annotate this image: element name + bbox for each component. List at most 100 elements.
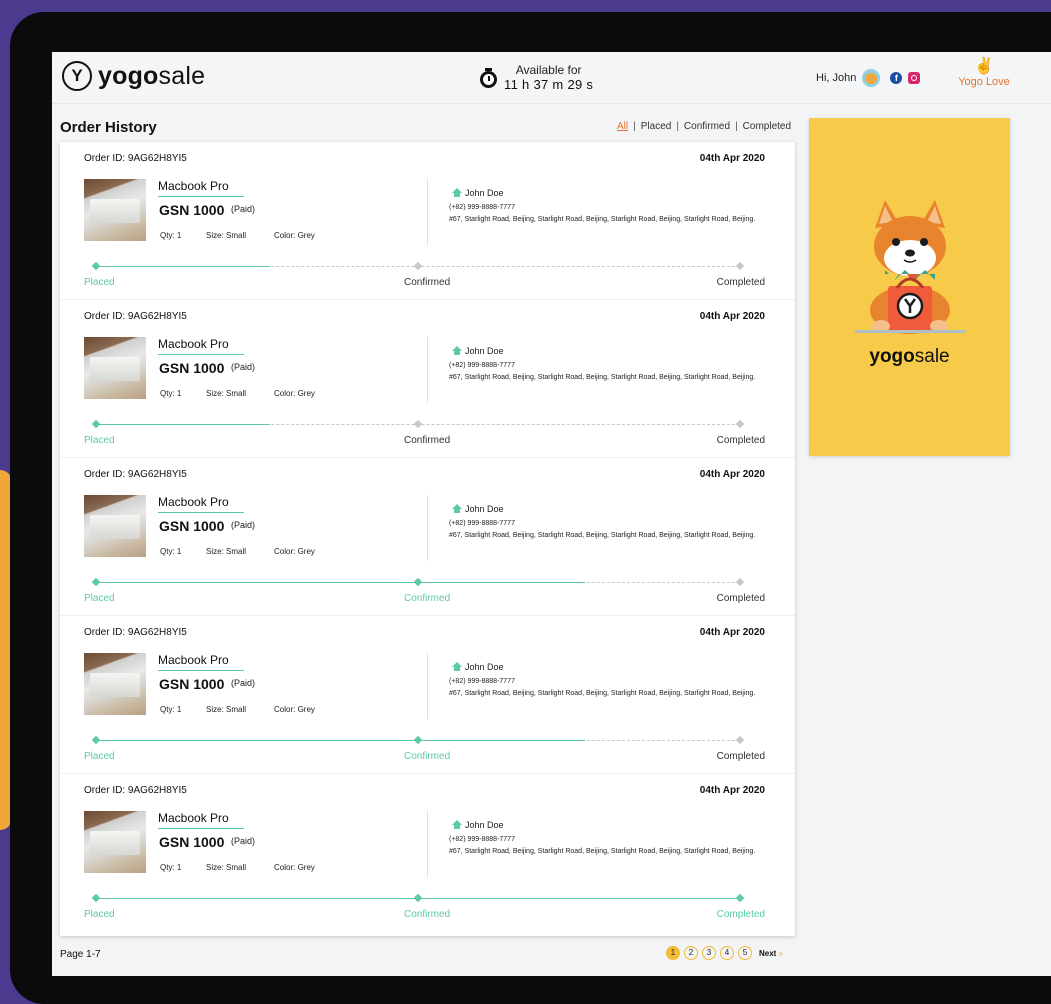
home-icon bbox=[452, 346, 462, 355]
customer-phone: (+82) 999-8888-7777 bbox=[449, 836, 515, 843]
order-color: Color: Grey bbox=[274, 547, 315, 556]
order-date: 04th Apr 2020 bbox=[699, 627, 765, 638]
track-progress bbox=[96, 582, 586, 583]
promo-logo-bold: yogo bbox=[869, 346, 915, 367]
product-name[interactable]: Macbook Pro bbox=[158, 653, 244, 671]
track-progress bbox=[96, 740, 586, 741]
page-button-5[interactable]: 5 bbox=[738, 946, 752, 960]
order-color: Color: Grey bbox=[274, 389, 315, 398]
page-button-4[interactable]: 4 bbox=[720, 946, 734, 960]
status-label-completed: Completed bbox=[716, 435, 765, 446]
status-label-placed: Placed bbox=[84, 593, 115, 604]
status-label-completed: Completed bbox=[716, 909, 765, 920]
brand-logo[interactable]: Y yogosale bbox=[62, 61, 205, 91]
order-color: Color: Grey bbox=[274, 705, 315, 714]
payment-status: (Paid) bbox=[231, 520, 256, 530]
status-tracker bbox=[91, 419, 745, 429]
timer-text: Available for 11 h 37 m 29 s bbox=[504, 63, 593, 92]
order-card[interactable]: Order ID: 9AG62H8YI5 04th Apr 2020 Macbook… bbox=[60, 458, 795, 616]
order-size: Size: Small bbox=[206, 547, 247, 556]
status-label-placed: Placed bbox=[84, 751, 115, 762]
order-card[interactable]: Order ID: 9AG62H8YI5 04th Apr 2020 Macbook… bbox=[60, 300, 795, 458]
filter-all[interactable]: All bbox=[617, 121, 628, 132]
product-image[interactable] bbox=[84, 337, 146, 399]
avatar[interactable] bbox=[862, 69, 881, 87]
order-card[interactable]: Order ID: 9AG62H8YI5 04th Apr 2020 Macbook… bbox=[60, 616, 795, 774]
page-button-3[interactable]: 3 bbox=[702, 946, 716, 960]
customer-name: John Doe bbox=[465, 820, 504, 830]
timer-label: Available for bbox=[515, 63, 582, 77]
instagram-icon[interactable] bbox=[908, 72, 921, 84]
product-image[interactable] bbox=[84, 811, 146, 873]
order-card[interactable]: Order ID: 9AG62H8YI5 04th Apr 2020 Macbook… bbox=[60, 774, 795, 932]
customer-phone: (+82) 999-8888-7777 bbox=[449, 678, 515, 685]
order-qty: Qty: 1 bbox=[160, 705, 182, 714]
product-name[interactable]: Macbook Pro bbox=[158, 179, 244, 197]
logo-wordmark: yogosale bbox=[98, 62, 205, 91]
status-label-placed: Placed bbox=[84, 435, 115, 446]
product-name[interactable]: Macbook Pro bbox=[158, 337, 244, 355]
filter-placed[interactable]: Placed bbox=[641, 121, 672, 132]
status-step-marker bbox=[735, 577, 745, 587]
facebook-icon[interactable]: f bbox=[890, 72, 903, 84]
product-image[interactable] bbox=[84, 179, 146, 241]
order-qty: Qty: 1 bbox=[160, 231, 182, 240]
order-filters: All | Placed | Confirmed | Completed bbox=[617, 121, 791, 132]
order-size: Size: Small bbox=[206, 389, 247, 398]
promo-banner[interactable]: yogosale bbox=[809, 118, 1010, 456]
sale-timer: Available for 11 h 37 m 29 s bbox=[480, 63, 593, 92]
filter-separator: | bbox=[676, 121, 679, 132]
page-button-2[interactable]: 2 bbox=[684, 946, 698, 960]
logo-mark: Y bbox=[62, 61, 92, 91]
order-date: 04th Apr 2020 bbox=[699, 785, 765, 796]
yogo-love-link[interactable]: ✌ Yogo Love bbox=[958, 58, 1010, 88]
status-label-completed: Completed bbox=[716, 593, 765, 604]
order-qty: Qty: 1 bbox=[160, 863, 182, 872]
page-range-label: Page 1-7 bbox=[60, 949, 101, 960]
column-divider bbox=[427, 811, 428, 877]
status-step-marker bbox=[91, 261, 101, 271]
status-step-marker bbox=[735, 735, 745, 745]
column-divider bbox=[427, 653, 428, 719]
order-size: Size: Small bbox=[206, 863, 247, 872]
top-header: Y yogosale Available for 11 h 37 m 29 s … bbox=[52, 52, 1051, 104]
app-screen: Y yogosale Available for 11 h 37 m 29 s … bbox=[52, 52, 1051, 976]
order-date: 04th Apr 2020 bbox=[699, 153, 765, 164]
product-image[interactable] bbox=[84, 495, 146, 557]
status-step-marker bbox=[91, 419, 101, 429]
payment-status: (Paid) bbox=[231, 678, 256, 688]
track-progress bbox=[96, 266, 270, 267]
order-card[interactable]: Order ID: 9AG62H8YI5 04th Apr 2020 Macbook… bbox=[60, 142, 795, 300]
greeting-text: Hi, John bbox=[816, 72, 857, 84]
next-arrow-icon: » bbox=[778, 948, 783, 958]
promo-logo-light: sale bbox=[914, 346, 950, 367]
customer-address: #67, Starlight Road, Beijing, Starlight … bbox=[449, 374, 756, 381]
order-size: Size: Small bbox=[206, 705, 247, 714]
customer-address: #67, Starlight Road, Beijing, Starlight … bbox=[449, 848, 756, 855]
order-qty: Qty: 1 bbox=[160, 389, 182, 398]
timer-icon bbox=[480, 67, 498, 88]
order-color: Color: Grey bbox=[274, 863, 315, 872]
order-size: Size: Small bbox=[206, 231, 247, 240]
order-date: 04th Apr 2020 bbox=[699, 311, 765, 322]
page-button-1[interactable]: 1 bbox=[666, 946, 680, 960]
next-page-button[interactable]: Next» bbox=[759, 949, 783, 958]
customer-phone: (+82) 999-8888-7777 bbox=[449, 362, 515, 369]
customer-address: #67, Starlight Road, Beijing, Starlight … bbox=[449, 690, 756, 697]
product-price: GSN 1000 bbox=[159, 676, 225, 692]
order-id: Order ID: 9AG62H8YI5 bbox=[84, 311, 187, 322]
column-divider bbox=[427, 495, 428, 561]
filter-completed[interactable]: Completed bbox=[743, 121, 791, 132]
product-image[interactable] bbox=[84, 653, 146, 715]
status-step-marker bbox=[413, 261, 423, 271]
page-title: Order History bbox=[60, 119, 157, 136]
product-name[interactable]: Macbook Pro bbox=[158, 495, 244, 513]
product-price: GSN 1000 bbox=[159, 518, 225, 534]
filter-confirmed[interactable]: Confirmed bbox=[684, 121, 730, 132]
next-label: Next bbox=[759, 948, 777, 958]
product-price: GSN 1000 bbox=[159, 202, 225, 218]
product-name[interactable]: Macbook Pro bbox=[158, 811, 244, 829]
customer-phone: (+82) 999-8888-7777 bbox=[449, 520, 515, 527]
pagination: 1 2 3 4 5 Next» bbox=[666, 946, 783, 960]
payment-status: (Paid) bbox=[231, 362, 256, 372]
